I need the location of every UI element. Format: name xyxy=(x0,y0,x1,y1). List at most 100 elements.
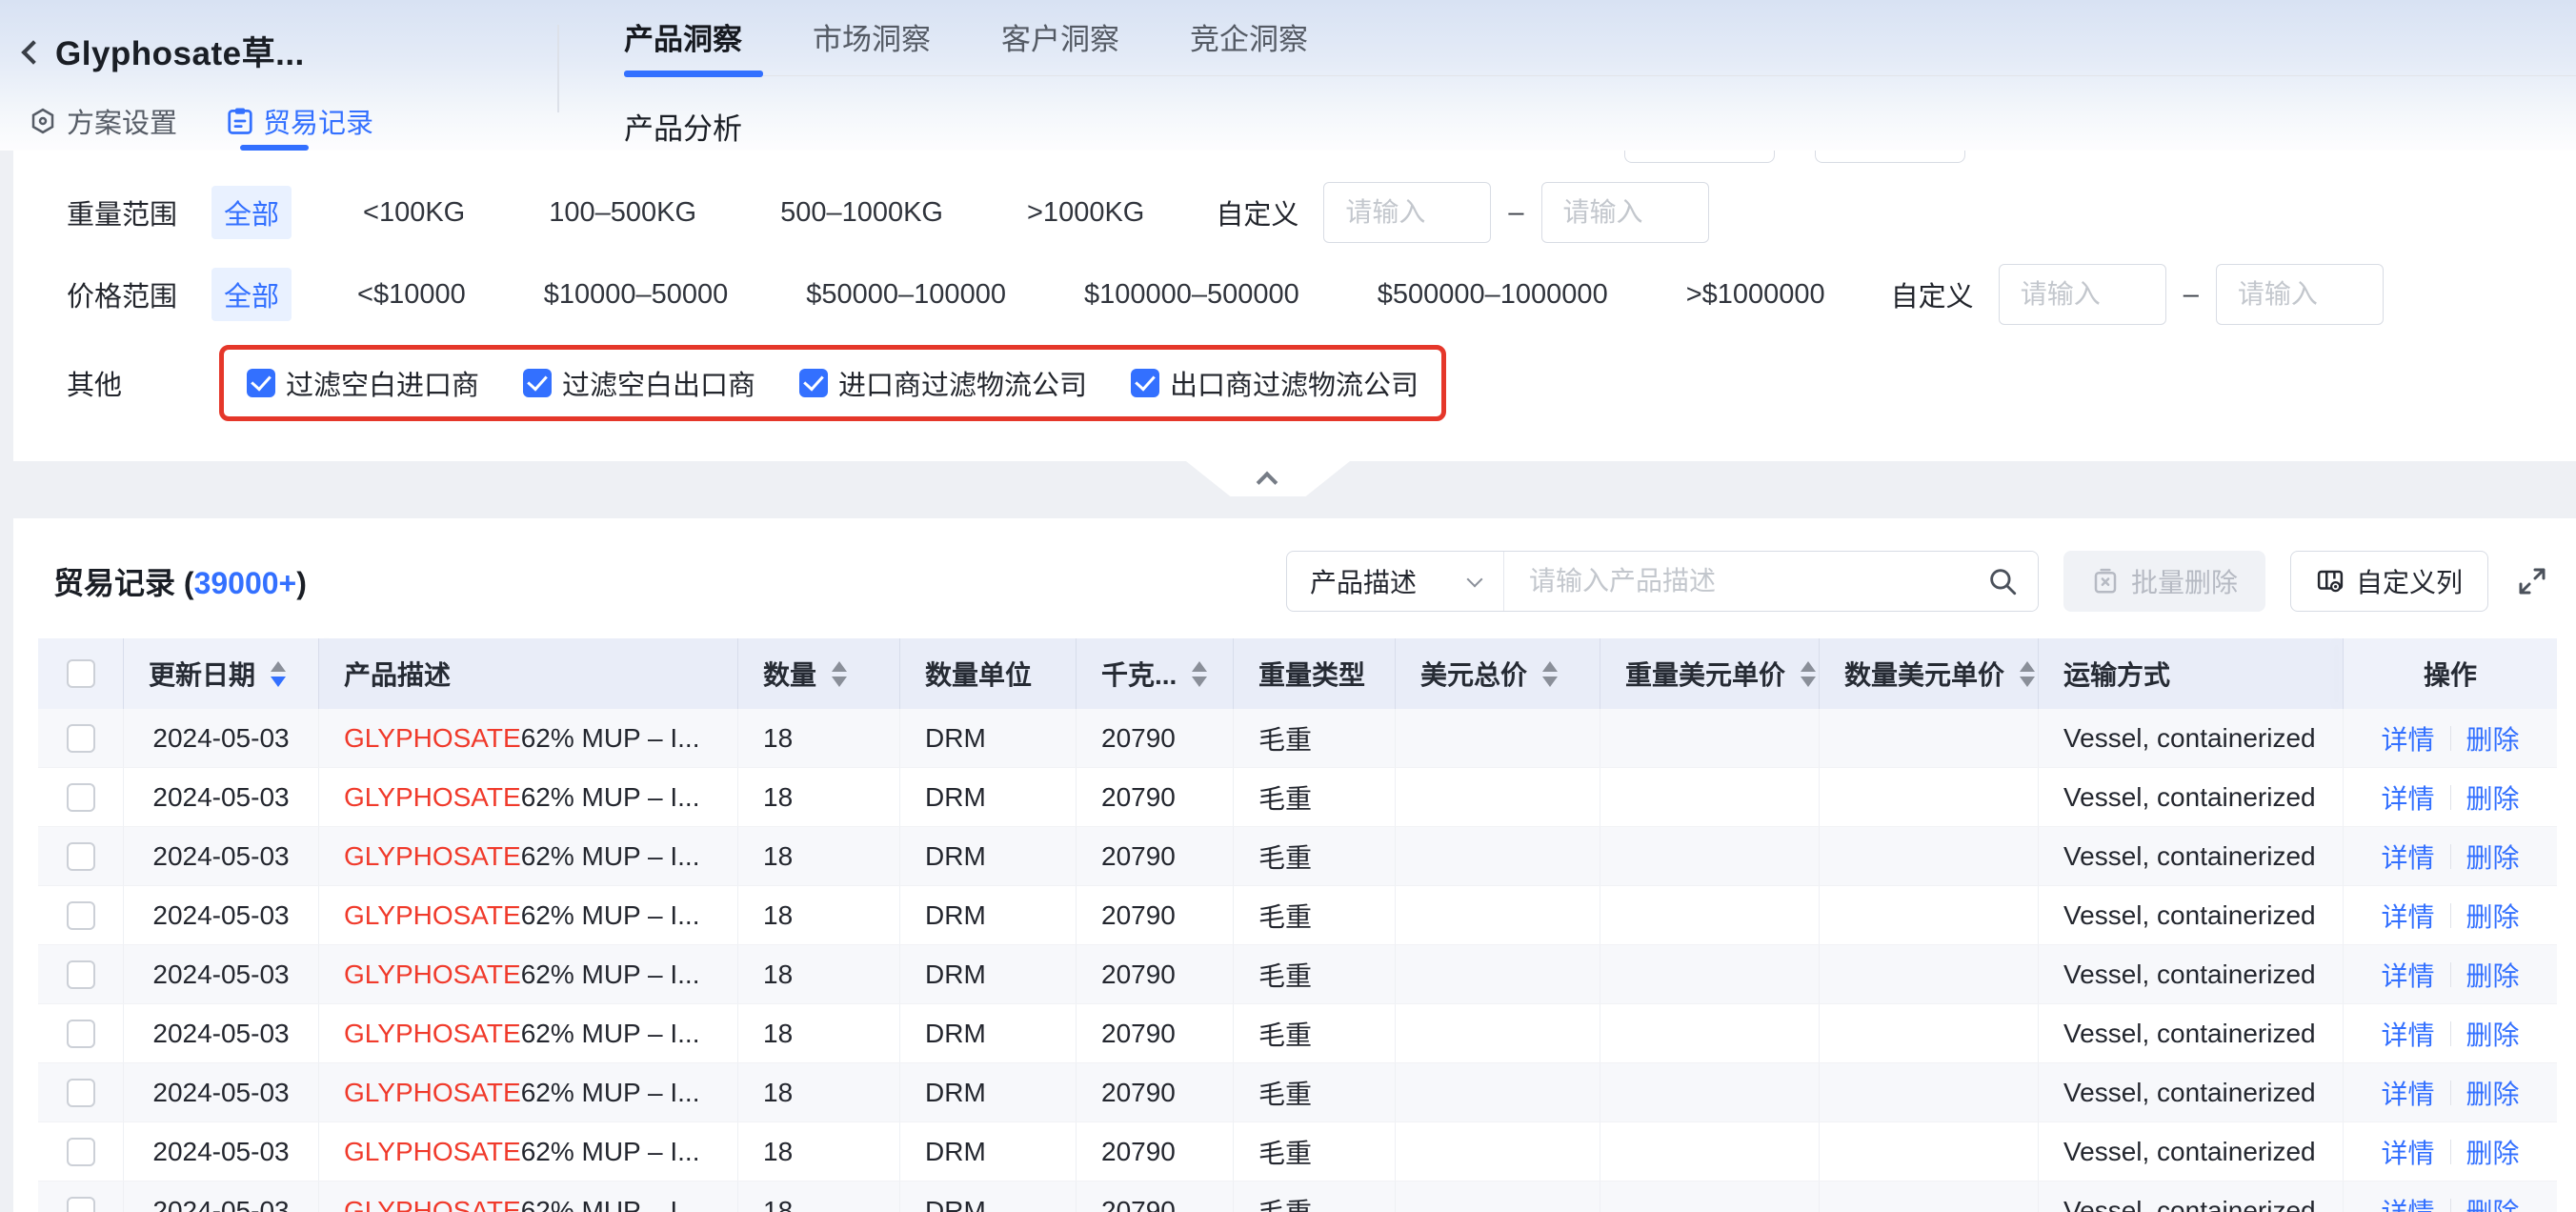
tab-market-insight[interactable]: 市场洞察 xyxy=(813,15,931,58)
tab-product-analysis[interactable]: 产品分析 xyxy=(624,105,742,148)
cell-usd-per-qty xyxy=(1820,1063,2039,1121)
fullscreen-expand-icon[interactable] xyxy=(2513,562,2551,600)
delete-link[interactable]: 删除 xyxy=(2466,838,2520,876)
price-option[interactable]: 全部 xyxy=(211,268,292,321)
cell-unit: DRM xyxy=(900,1182,1077,1212)
customize-columns-button[interactable]: 自定义列 xyxy=(2290,551,2488,612)
detail-link[interactable]: 详情 xyxy=(2381,897,2434,935)
cell-qty: 18 xyxy=(738,1063,900,1121)
delete-link[interactable]: 删除 xyxy=(2466,1192,2520,1212)
collapse-filter-tab[interactable] xyxy=(1186,461,1350,496)
price-option[interactable]: <$10000 xyxy=(345,273,478,317)
sort-icons[interactable] xyxy=(1192,661,1207,687)
cell-transport: Vessel, containerized xyxy=(2039,1004,2344,1062)
checked-checkbox[interactable] xyxy=(1131,369,1159,397)
checked-checkbox[interactable] xyxy=(247,369,275,397)
cell-usd-total xyxy=(1396,1004,1600,1062)
row-checkbox[interactable] xyxy=(67,1020,95,1048)
price-option[interactable]: $500000–1000000 xyxy=(1365,273,1620,317)
filter-checkbox-item[interactable]: 进口商过滤物流公司 xyxy=(799,363,1087,403)
row-checkbox[interactable] xyxy=(67,842,95,871)
desc-highlight: GLYPHOSATE xyxy=(344,1196,521,1212)
price-option[interactable]: >$1000000 xyxy=(1674,273,1838,317)
header-qty[interactable]: 数量 xyxy=(738,638,900,709)
header-usd-total[interactable]: 美元总价 xyxy=(1396,638,1600,709)
checked-checkbox[interactable] xyxy=(799,369,828,397)
row-checkbox[interactable] xyxy=(67,724,95,753)
sort-icons[interactable] xyxy=(271,661,286,687)
delete-link[interactable]: 删除 xyxy=(2466,1015,2520,1053)
detail-link[interactable]: 详情 xyxy=(2381,1074,2434,1112)
weight-option[interactable]: 500–1000KG xyxy=(768,191,956,235)
other-filters-row: 其他 过滤空白进口商 过滤空白出口商 进口商过滤物流公司 xyxy=(13,339,2576,427)
sort-icons[interactable] xyxy=(2020,661,2035,687)
batch-delete-button[interactable]: 批量删除 xyxy=(2063,551,2265,612)
weight-option[interactable]: >1000KG xyxy=(1015,191,1157,235)
detail-link[interactable]: 详情 xyxy=(2381,778,2434,817)
search-icon[interactable] xyxy=(1986,565,2019,597)
tab-product-insight[interactable]: 产品洞察 xyxy=(624,15,742,58)
delete-link[interactable]: 删除 xyxy=(2466,778,2520,817)
row-select-cell xyxy=(38,1182,124,1212)
cell-weight-type: 毛重 xyxy=(1234,827,1396,885)
sort-icons[interactable] xyxy=(1801,661,1816,687)
price-option[interactable]: $50000–100000 xyxy=(794,273,1018,317)
header-kg[interactable]: 千克... xyxy=(1077,638,1234,709)
detail-link[interactable]: 详情 xyxy=(2381,719,2434,758)
sort-icons[interactable] xyxy=(832,661,847,687)
detail-link[interactable]: 详情 xyxy=(2381,838,2434,876)
filter-checkbox-item[interactable]: 过滤空白出口商 xyxy=(523,363,755,403)
delete-link[interactable]: 删除 xyxy=(2466,1133,2520,1171)
checked-checkbox[interactable] xyxy=(523,369,552,397)
header-date[interactable]: 更新日期 xyxy=(124,638,319,709)
cell-weight-type: 毛重 xyxy=(1234,1182,1396,1212)
select-all-checkbox[interactable] xyxy=(67,659,95,688)
tab-competitor-insight[interactable]: 竞企洞察 xyxy=(1190,15,1308,58)
search-input[interactable] xyxy=(1504,552,2038,611)
detail-link[interactable]: 详情 xyxy=(2381,956,2434,994)
sub-tab-trade-records[interactable]: 贸易记录 xyxy=(227,101,373,141)
header-usd-per-weight[interactable]: 重量美元单价 xyxy=(1600,638,1820,709)
row-checkbox[interactable] xyxy=(67,960,95,989)
cutoff-input-box[interactable] xyxy=(1815,151,1965,163)
row-checkbox[interactable] xyxy=(67,901,95,930)
search-field-select[interactable]: 产品描述 xyxy=(1287,552,1504,611)
sub-tab-plan-settings[interactable]: 方案设置 xyxy=(29,101,177,141)
delete-link[interactable]: 删除 xyxy=(2466,956,2520,994)
detail-link[interactable]: 详情 xyxy=(2381,1133,2434,1171)
row-checkbox[interactable] xyxy=(67,1197,95,1212)
delete-link[interactable]: 删除 xyxy=(2466,719,2520,758)
detail-link[interactable]: 详情 xyxy=(2381,1192,2434,1212)
weight-option[interactable]: <100KG xyxy=(351,191,477,235)
filter-panel: 重量范围 全部<100KG100–500KG500–1000KG>1000KG … xyxy=(13,151,2576,461)
price-option[interactable]: $100000–500000 xyxy=(1072,273,1312,317)
row-checkbox[interactable] xyxy=(67,1079,95,1107)
cell-usd-per-qty xyxy=(1820,886,2039,944)
header-usd-per-qty[interactable]: 数量美元单价 xyxy=(1820,638,2039,709)
filter-checkbox-item[interactable]: 过滤空白进口商 xyxy=(247,363,479,403)
weight-option[interactable]: 100–500KG xyxy=(536,191,709,235)
range-dash: – xyxy=(1508,197,1523,229)
delete-link[interactable]: 删除 xyxy=(2466,897,2520,935)
price-max-input[interactable] xyxy=(2216,264,2384,325)
row-checkbox[interactable] xyxy=(67,783,95,812)
cell-qty: 18 xyxy=(738,886,900,944)
price-option[interactable]: $10000–50000 xyxy=(532,273,741,317)
cell-date: 2024-05-03 xyxy=(124,1182,319,1212)
row-checkbox[interactable] xyxy=(67,1138,95,1166)
sort-icons[interactable] xyxy=(1542,661,1558,687)
price-min-input[interactable] xyxy=(1999,264,2166,325)
detail-link[interactable]: 详情 xyxy=(2381,1015,2434,1053)
weight-option[interactable]: 全部 xyxy=(211,186,292,239)
header-transport: 运输方式 xyxy=(2039,638,2344,709)
back-chevron-icon[interactable] xyxy=(21,40,45,64)
cutoff-input-box[interactable] xyxy=(1624,151,1775,163)
weight-max-input[interactable] xyxy=(1541,182,1709,243)
table-row: 2024-05-03 GLYPHOSATE 62% MUP – I... 18 … xyxy=(38,886,2557,945)
tab-customer-insight[interactable]: 客户洞察 xyxy=(1001,15,1119,58)
filter-checkbox-item[interactable]: 出口商过滤物流公司 xyxy=(1131,363,1419,403)
delete-link[interactable]: 删除 xyxy=(2466,1074,2520,1112)
weight-min-input[interactable] xyxy=(1323,182,1491,243)
cell-unit: DRM xyxy=(900,886,1077,944)
checkbox-label: 进口商过滤物流公司 xyxy=(838,363,1087,403)
